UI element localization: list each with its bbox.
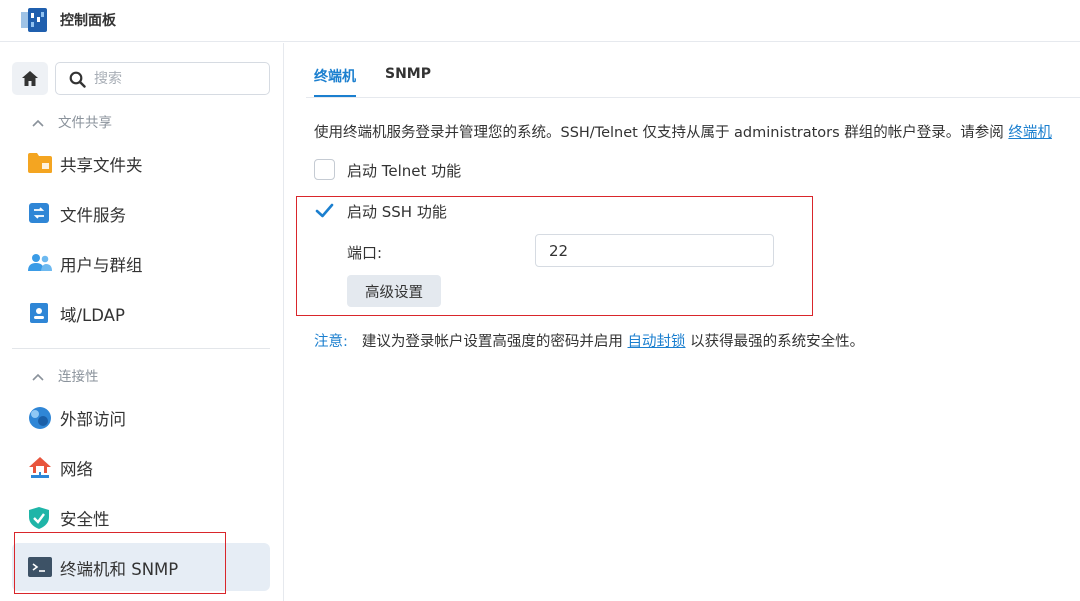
highlight-box-sidebar (14, 532, 226, 594)
chevron-up-icon (32, 116, 52, 130)
sidebar-item-shared-folder[interactable]: 共享文件夹 (12, 139, 270, 187)
terminal-description: 使用终端机服务登录并管理您的系统。SSH/Telnet 仅支持从属于 admin… (314, 125, 1052, 141)
tab-snmp[interactable]: SNMP (385, 66, 431, 97)
home-button[interactable] (12, 62, 48, 95)
users-icon (28, 252, 52, 274)
security-note: 注意: 建议为登录帐户设置高强度的密码并启用 自动封锁 以获得最强的系统安全性。 (314, 334, 865, 350)
shield-icon (28, 506, 50, 529)
sidebar-item-external-access[interactable]: 外部访问 (12, 393, 270, 441)
control-panel-icon (21, 8, 47, 32)
search-input[interactable] (94, 69, 264, 89)
app-title: 控制面板 (60, 13, 116, 29)
external-access-icon (28, 406, 51, 429)
sidebar: 文件共享 共享文件夹 文件服务 用户与群组 (0, 43, 284, 601)
chevron-up-icon (32, 370, 52, 384)
telnet-label: 启动 Telnet 功能 (347, 162, 462, 180)
home-icon (22, 71, 38, 86)
sidebar-divider (12, 348, 270, 349)
network-icon (28, 456, 51, 478)
sidebar-item-domain-ldap[interactable]: 域/LDAP (12, 289, 270, 337)
help-link[interactable]: 终端机 (1008, 125, 1052, 141)
sidebar-item-file-services[interactable]: 文件服务 (12, 189, 270, 237)
search-box[interactable] (55, 62, 270, 95)
highlight-box-ssh (296, 196, 813, 316)
tab-bar: 终端机 SNMP (306, 66, 1080, 98)
sidebar-item-users-groups[interactable]: 用户与群组 (12, 239, 270, 287)
auto-block-link[interactable]: 自动封锁 (628, 334, 686, 350)
title-bar: 控制面板 (0, 0, 1080, 42)
file-services-icon (28, 202, 50, 224)
section-file-sharing[interactable]: 文件共享 (32, 111, 112, 131)
search-icon (69, 71, 86, 88)
folder-icon (28, 152, 52, 174)
tab-terminal[interactable]: 终端机 (314, 66, 356, 97)
note-key: 注意: (314, 334, 348, 350)
section-connectivity[interactable]: 连接性 (32, 365, 99, 385)
domain-icon (28, 302, 50, 324)
telnet-checkbox[interactable] (314, 159, 335, 180)
sidebar-item-network[interactable]: 网络 (12, 443, 270, 491)
